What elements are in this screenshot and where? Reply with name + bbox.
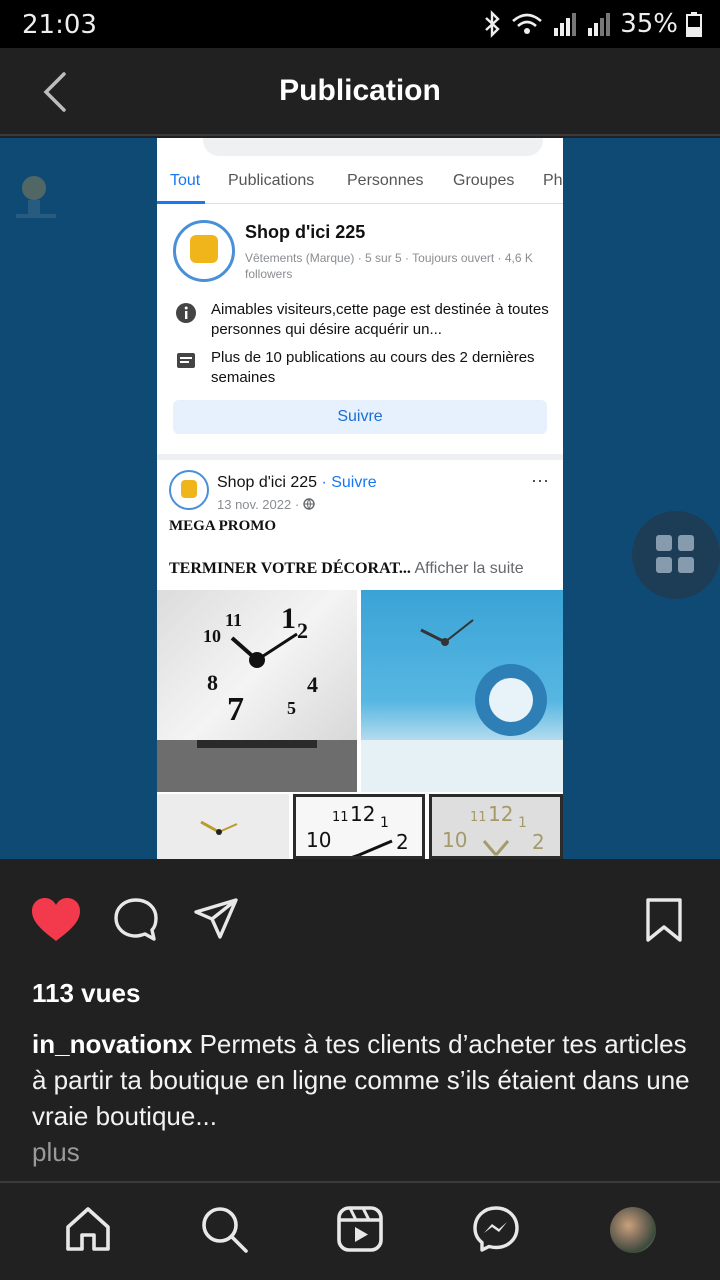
bookmark-icon[interactable] — [644, 897, 684, 943]
status-icons: 35% — [482, 9, 702, 39]
fb-post-author: Shop d'ici 225 · Suivre — [217, 474, 377, 492]
battery-icon — [686, 12, 702, 37]
clock-image-2 — [361, 590, 563, 792]
page-title: Publication — [279, 74, 441, 107]
clock-image-1: 1 2 4 5 7 8 10 11 — [157, 590, 357, 792]
fb-tab-people: Personnes — [347, 172, 424, 189]
fb-page-avatar — [173, 220, 235, 282]
svg-text:4: 4 — [307, 672, 318, 697]
fb-info-about-text: Aimables visiteurs,cette page est destin… — [211, 301, 549, 338]
clock-image-3 — [157, 794, 289, 859]
fb-post-follow: · Suivre — [317, 474, 377, 491]
svg-text:2: 2 — [532, 830, 545, 854]
fb-see-more: Afficher la suite — [410, 560, 524, 577]
clock-image-4: 12 11 1 10 2 — [293, 794, 425, 859]
svg-text:2: 2 — [297, 618, 308, 643]
svg-text:8: 8 — [207, 670, 218, 695]
heart-icon[interactable] — [30, 897, 82, 943]
globe-icon — [303, 498, 315, 510]
svg-text:11: 11 — [225, 610, 242, 630]
send-icon[interactable] — [192, 897, 240, 943]
brand-logo-icon — [16, 176, 56, 218]
fb-page-name: Shop d'ici 225 — [245, 222, 366, 242]
svg-text:1: 1 — [380, 815, 389, 831]
screenshot-image: Tout Publications Personnes Groupes Ph S… — [157, 138, 563, 859]
svg-text:1: 1 — [281, 602, 296, 635]
svg-text:10: 10 — [306, 828, 331, 852]
profile-avatar[interactable] — [610, 1207, 656, 1253]
svg-text:7: 7 — [227, 691, 244, 728]
clock-image-5: 12 11 1 10 2 — [429, 794, 563, 859]
svg-text:10: 10 — [442, 828, 467, 852]
bluetooth-icon — [485, 10, 500, 38]
grid-view-button[interactable] — [632, 511, 720, 599]
home-icon[interactable] — [64, 1205, 112, 1253]
signal-icon — [554, 13, 577, 36]
fb-post-avatar — [169, 470, 209, 510]
fb-info-row-about: Aimables visiteurs,cette page est destin… — [175, 300, 555, 340]
fb-tab-photos: Ph — [543, 172, 563, 189]
posts-icon — [177, 353, 195, 368]
status-bar: 21:03 35% — [0, 0, 720, 48]
fb-search-bar — [157, 138, 563, 170]
wifi-icon — [512, 13, 543, 34]
post-actions — [0, 859, 720, 979]
fb-page-card: Shop d'ici 225 Vêtements (Marque) · 5 su… — [157, 204, 563, 454]
fb-post: Shop d'ici 225 · Suivre 13 nov. 2022 · ·… — [157, 460, 563, 859]
svg-text:1: 1 — [518, 815, 527, 831]
post-media[interactable]: Tout Publications Personnes Groupes Ph S… — [0, 138, 720, 859]
info-icon — [176, 303, 196, 323]
fb-follow-button: Suivre — [173, 400, 547, 434]
fb-tab-all: Tout — [170, 172, 201, 189]
search-icon[interactable] — [200, 1205, 248, 1253]
svg-text:12: 12 — [350, 802, 375, 826]
app-header: Publication — [0, 48, 720, 136]
status-time: 21:03 — [22, 10, 97, 40]
post-caption: in_novationx Permets à tes clients d’ach… — [32, 1026, 692, 1134]
signal-icon — [588, 13, 611, 36]
comment-icon[interactable] — [112, 897, 160, 943]
svg-text:10: 10 — [203, 626, 221, 646]
fb-tab-groups: Groupes — [453, 172, 515, 189]
svg-text:12: 12 — [488, 802, 513, 826]
fb-info-row-posts: Plus de 10 publications au cours des 2 d… — [175, 348, 555, 388]
messenger-icon[interactable] — [472, 1205, 520, 1253]
fb-post-date-text: 13 nov. 2022 · — [217, 497, 303, 512]
caption-more-link[interactable]: plus — [32, 1137, 80, 1168]
more-icon: ··· — [531, 470, 549, 490]
battery-percent: 35% — [620, 9, 678, 39]
fb-info-posts-text: Plus de 10 publications au cours des 2 d… — [211, 349, 535, 386]
fb-post-text: TERMINER VOTRE DÉCORAT... Afficher la su… — [169, 560, 524, 578]
svg-text:5: 5 — [287, 698, 296, 718]
fb-tab-publications: Publications — [228, 172, 315, 189]
fb-post-headline: MEGA PROMO — [169, 518, 277, 534]
svg-text:2: 2 — [396, 830, 409, 854]
fb-post-author-name: Shop d'ici 225 — [217, 474, 318, 491]
bottom-nav — [0, 1181, 720, 1280]
caption-username[interactable]: in_novationx — [32, 1029, 192, 1059]
view-count: 113 vues — [32, 978, 141, 1008]
fb-page-meta: Vêtements (Marque) · 5 sur 5 · Toujours … — [245, 251, 533, 281]
reels-icon[interactable] — [336, 1205, 384, 1253]
fb-post-date: 13 nov. 2022 · — [217, 497, 315, 512]
fb-post-text-body: TERMINER VOTRE DÉCORAT... — [169, 560, 411, 577]
fb-tabs: Tout Publications Personnes Groupes Ph — [157, 170, 563, 204]
svg-text:11: 11 — [470, 810, 487, 825]
svg-text:11: 11 — [332, 810, 349, 825]
